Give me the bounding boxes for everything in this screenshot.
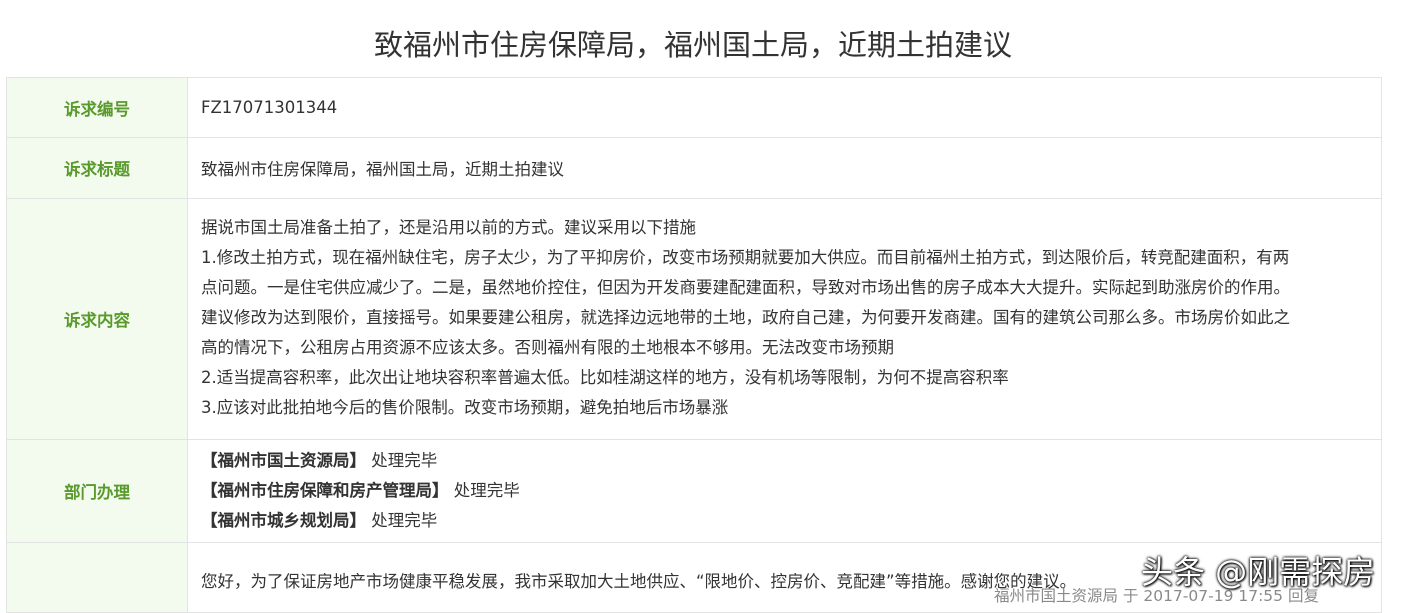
content-line: 建议修改为达到限价，直接摇号。如果要建公租房，就选择边远地带的土地，政府自己建，… <box>201 308 1290 327</box>
reply-label <box>6 542 188 613</box>
department-name: 【福州市国土资源局】 <box>201 451 366 470</box>
watermark-logo: 头条 @刚需探房 <box>1141 553 1376 591</box>
petition-content-text: 据说市国土局准备土拍了，还是沿用以前的方式。建议采用以下措施 1.修改土拍方式，… <box>201 209 1381 429</box>
page-title: 致福州市住房保障局，福州国土局，近期土拍建议 <box>373 28 1012 62</box>
petition-id-value: FZ17071301344 <box>187 77 1382 138</box>
petition-detail-table: 诉求编号 FZ17071301344 诉求标题 致福州市住房保障局，福州国土局，… <box>6 77 1382 613</box>
department-status: 处理完毕 <box>371 451 438 470</box>
content-line: 3.应该对此批拍地今后的售价限制。改变市场预期，避免拍地后市场暴涨 <box>201 398 729 417</box>
table-row-petition-title: 诉求标题 致福州市住房保障局，福州国土局，近期土拍建议 <box>6 137 1382 199</box>
petition-content-label: 诉求内容 <box>6 198 188 440</box>
content-line: 据说市国土局准备土拍了，还是沿用以前的方式。建议采用以下措施 <box>201 218 696 237</box>
table-row-petition-content: 诉求内容 据说市国土局准备土拍了，还是沿用以前的方式。建议采用以下措施 1.修改… <box>6 198 1382 440</box>
table-row-petition-id: 诉求编号 FZ17071301344 <box>6 77 1382 138</box>
departments-value: 【福州市国土资源局】 处理完毕 【福州市住房保障和房产管理局】 处理完毕 【福州… <box>187 439 1382 543</box>
department-item: 【福州市国土资源局】 处理完毕 <box>201 446 1381 476</box>
petition-content-value: 据说市国土局准备土拍了，还是沿用以前的方式。建议采用以下措施 1.修改土拍方式，… <box>187 198 1382 440</box>
department-status: 处理完毕 <box>371 511 438 530</box>
department-item: 【福州市住房保障和房产管理局】 处理完毕 <box>201 476 1381 506</box>
petition-title-value: 致福州市住房保障局，福州国土局，近期土拍建议 <box>187 137 1382 199</box>
table-row-departments: 部门办理 【福州市国土资源局】 处理完毕 【福州市住房保障和房产管理局】 处理完… <box>6 439 1382 543</box>
petition-id-label: 诉求编号 <box>6 77 188 138</box>
content-line: 高的情况下，公租房占用资源不应该太多。否则福州有限的土地根本不够用。无法改变市场… <box>201 338 894 357</box>
content-line: 2.适当提高容积率，此次出让地块容积率普遍太低。比如桂湖这样的地方，没有机场等限… <box>201 368 1009 387</box>
department-name: 【福州市住房保障和房产管理局】 <box>201 481 449 500</box>
content-line: 点问题。一是住宅供应减少了。二是，虽然地价控住，但因为开发商要建配建面积，导致对… <box>201 278 1290 297</box>
content-line: 1.修改土拍方式，现在福州缺住宅，房子太少，为了平抑房价，改变市场预期就要加大供… <box>201 248 1290 267</box>
department-status: 处理完毕 <box>453 481 520 500</box>
department-name: 【福州市城乡规划局】 <box>201 511 366 530</box>
departments-label: 部门办理 <box>6 439 188 543</box>
petition-title-label: 诉求标题 <box>6 137 188 199</box>
department-item: 【福州市城乡规划局】 处理完毕 <box>201 506 1381 536</box>
